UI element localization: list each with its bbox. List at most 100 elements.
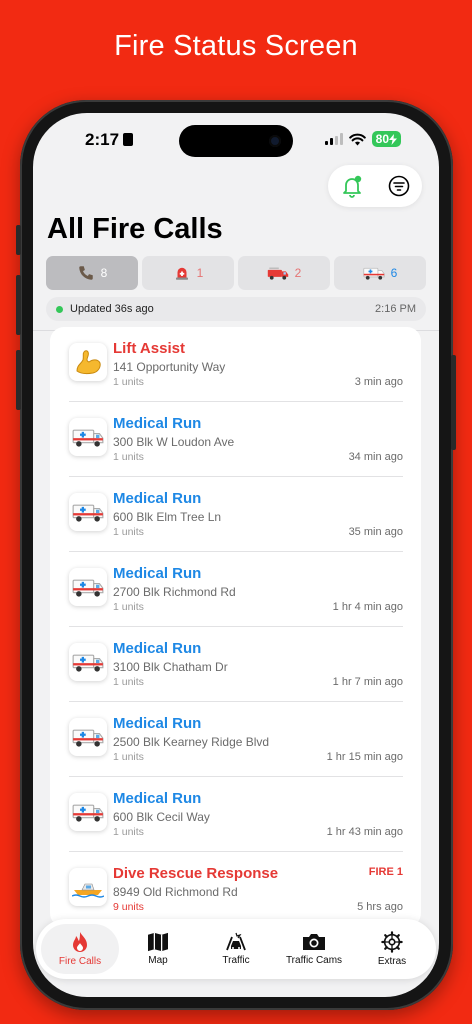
- filter-count: 6: [390, 266, 398, 280]
- call-address: 3100 Blk Chatham Dr: [113, 660, 228, 674]
- ambulance-icon: [69, 718, 107, 756]
- call-address: 300 Blk W Loudon Ave: [113, 435, 235, 449]
- tab-extras[interactable]: Extras: [353, 924, 431, 974]
- call-list-item[interactable]: Dive Rescue Response 8949 Old Richmond Rd…: [50, 852, 421, 927]
- call-address: 8949 Old Richmond Rd: [113, 885, 238, 899]
- call-title: Medical Run: [113, 490, 202, 507]
- tab-bar: Fire Calls Map Traffic Traffic Cams Extr…: [36, 919, 436, 979]
- side-button: [16, 275, 21, 335]
- call-alarm-tag: FIRE 1: [368, 866, 403, 878]
- call-title: Medical Run: [113, 565, 202, 582]
- promo-title: Fire Status Screen: [114, 30, 358, 62]
- call-address: 600 Blk Elm Tree Ln: [113, 510, 222, 524]
- call-title: Medical Run: [113, 790, 202, 807]
- filter-menu-icon[interactable]: [387, 174, 411, 198]
- call-title: Medical Run: [113, 640, 202, 657]
- call-list-item[interactable]: Medical Run 600 Blk Cecil Way 1 units 1 hr …: [50, 777, 421, 852]
- call-title: Dive Rescue Response: [113, 865, 279, 882]
- flexed-bicep-icon: [69, 343, 107, 381]
- filter-fire-calls[interactable]: 1: [142, 256, 234, 290]
- tab-label: Extras: [377, 956, 407, 967]
- update-time: 2:16 PM: [375, 303, 416, 315]
- tab-label: Map: [148, 955, 168, 966]
- filter-count: 1: [196, 266, 204, 280]
- tab-traffic-cams[interactable]: Traffic Cams: [275, 924, 353, 974]
- call-list-item[interactable]: Medical Run 2700 Blk Richmond Rd 1 units 1 …: [50, 552, 421, 627]
- tab-traffic[interactable]: Traffic: [197, 924, 275, 974]
- speedboat-icon: [69, 868, 107, 906]
- update-text: Updated 36s ago: [70, 303, 154, 315]
- call-list-item[interactable]: Medical Run 600 Blk Elm Tree Ln 1 units 35 …: [50, 477, 421, 552]
- call-list-item[interactable]: Medical Run 3100 Blk Chatham Dr 1 units 1 h…: [50, 627, 421, 702]
- call-type-filters: 8 1 2 6: [46, 256, 426, 290]
- call-list-item[interactable]: Medical Run 2500 Blk Kearney Ridge Blvd 1 …: [50, 702, 421, 777]
- map-icon: [148, 932, 168, 952]
- flame-icon: [73, 932, 87, 952]
- id-card-icon: [123, 133, 134, 146]
- call-title: Medical Run: [113, 715, 202, 732]
- wifi-icon: [348, 133, 366, 145]
- ambulance-icon: [69, 493, 107, 531]
- call-title: Lift Assist: [113, 340, 185, 357]
- ambulance-icon: [363, 267, 385, 280]
- call-list-item[interactable]: Medical Run 300 Blk W Loudon Ave 1 units 34…: [50, 402, 421, 477]
- call-address: 141 Opportunity Way: [113, 360, 226, 374]
- tab-label: Traffic: [222, 955, 250, 966]
- call-time-ago: 1 hr 7 min ago: [332, 676, 403, 688]
- calls-list: Lift Assist 141 Opportunity Way 1 units 3 m…: [50, 327, 421, 927]
- header-actions: [328, 165, 422, 207]
- call-units: 1 units: [113, 751, 144, 763]
- status-time: 2:17: [85, 130, 134, 150]
- call-list-item[interactable]: Lift Assist 141 Opportunity Way 1 units 3 m…: [50, 327, 421, 402]
- call-units: 1 units: [113, 451, 144, 463]
- call-address: 2700 Blk Richmond Rd: [113, 585, 236, 599]
- ambulance-icon: [69, 643, 107, 681]
- notification-bell-icon[interactable]: [340, 174, 364, 198]
- side-button: [16, 225, 21, 255]
- emergency-light-icon: [175, 267, 188, 280]
- car-crash-icon: [226, 932, 246, 951]
- page-title: All Fire Calls: [47, 213, 223, 245]
- call-time-ago: 34 min ago: [348, 451, 403, 463]
- call-units: 9 units: [113, 901, 144, 913]
- live-indicator-dot: [56, 305, 63, 313]
- tab-map[interactable]: Map: [119, 924, 197, 974]
- phone-icon: [78, 266, 93, 280]
- call-time-ago: 1 hr 43 min ago: [326, 826, 403, 838]
- filter-count: 8: [100, 266, 108, 280]
- fire-engine-icon: [267, 267, 288, 280]
- clock-text: 2:17: [85, 130, 120, 149]
- ambulance-icon: [69, 568, 107, 606]
- call-time-ago: 1 hr 4 min ago: [332, 601, 403, 613]
- battery-level: 80: [375, 132, 389, 146]
- filter-ambulance[interactable]: 6: [334, 256, 426, 290]
- call-units: 1 units: [113, 526, 144, 538]
- call-units: 1 units: [113, 826, 144, 838]
- phone-screen: 2:17 80 All Fire Calls 8 1 2 6 Updated 3…: [33, 113, 439, 997]
- call-address: 600 Blk Cecil Way: [113, 810, 210, 824]
- dynamic-island: [179, 125, 293, 157]
- camera-icon: [303, 934, 325, 950]
- status-icons: 80: [324, 131, 401, 147]
- tab-fire-calls[interactable]: Fire Calls: [41, 924, 119, 974]
- ambulance-icon: [69, 418, 107, 456]
- call-time-ago: 3 min ago: [354, 376, 403, 388]
- side-button: [451, 355, 456, 450]
- call-address: 2500 Blk Kearney Ridge Blvd: [113, 735, 270, 749]
- call-units: 1 units: [113, 376, 144, 388]
- call-units: 1 units: [113, 601, 144, 613]
- tab-label: Fire Calls: [58, 956, 102, 967]
- charging-bolt-icon: [389, 133, 397, 145]
- filter-all-calls[interactable]: 8: [46, 256, 138, 290]
- camera-icon: [269, 135, 281, 147]
- side-button: [16, 350, 21, 410]
- filter-fire-engine[interactable]: 2: [238, 256, 330, 290]
- gear-icon: [381, 931, 403, 953]
- tab-label: Traffic Cams: [285, 955, 343, 966]
- call-units: 1 units: [113, 676, 144, 688]
- update-status-bar: Updated 36s ago 2:16 PM: [46, 297, 426, 321]
- cellular-signal-icon: [324, 133, 343, 145]
- call-title: Medical Run: [113, 415, 202, 432]
- ambulance-icon: [69, 793, 107, 831]
- call-time-ago: 35 min ago: [348, 526, 403, 538]
